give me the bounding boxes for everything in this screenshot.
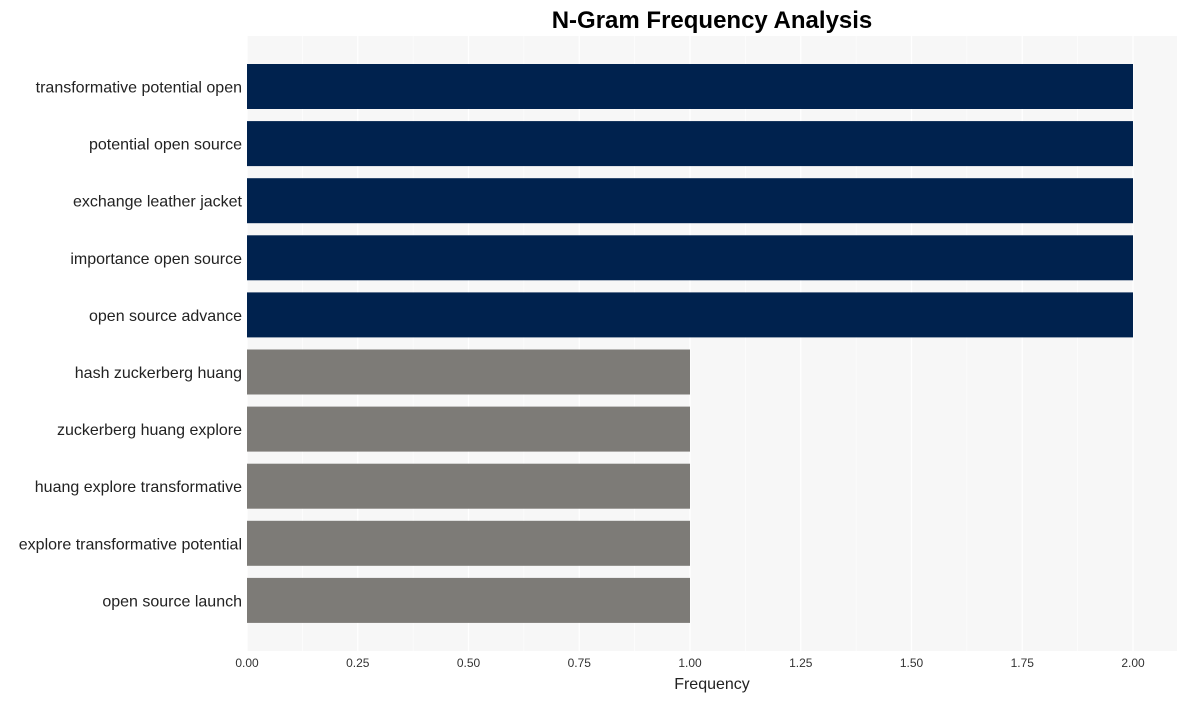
x-tick-label: 1.25 xyxy=(789,656,813,670)
y-tick-label: huang explore transformative xyxy=(35,479,242,496)
bar xyxy=(247,121,1133,167)
bar xyxy=(247,577,690,623)
y-tick-label: explore transformative potential xyxy=(19,536,242,553)
x-tick-label: 0.25 xyxy=(346,656,370,670)
x-tick-label: 1.50 xyxy=(900,656,924,670)
chart-title: N-Gram Frequency Analysis xyxy=(552,7,873,34)
bar xyxy=(247,64,1133,109)
y-tick-label: hash zuckerberg huang xyxy=(75,365,242,382)
y-tick-label: zuckerberg huang explore xyxy=(57,422,242,439)
x-tick-label: 0.75 xyxy=(568,656,592,670)
x-axis-ticks: 0.00 0.25 0.50 0.75 1.00 1.25 1.50 1.75 2.00 xyxy=(235,656,1145,670)
x-tick-label: 0.50 xyxy=(457,656,481,670)
x-axis-label: Frequency xyxy=(674,676,750,693)
x-tick-label: 0.00 xyxy=(235,656,259,670)
bar xyxy=(247,406,690,452)
y-axis-labels: transformative potential open potential o… xyxy=(19,80,243,611)
y-tick-label: potential open source xyxy=(89,137,242,154)
y-tick-label: open source advance xyxy=(89,308,242,325)
y-tick-label: open source launch xyxy=(102,593,242,610)
bar xyxy=(247,520,690,566)
y-tick-label: transformative potential open xyxy=(36,80,242,97)
bar xyxy=(247,292,1133,338)
x-tick-label: 1.00 xyxy=(678,656,702,670)
x-tick-label: 2.00 xyxy=(1121,656,1145,670)
bar xyxy=(247,463,690,509)
y-tick-label: exchange leather jacket xyxy=(73,194,243,211)
ngram-bar-chart: N-Gram Frequency Analysis transformative… xyxy=(19,7,1177,693)
x-tick-label: 1.75 xyxy=(1011,656,1035,670)
y-tick-label: importance open source xyxy=(70,251,242,268)
bar xyxy=(247,178,1133,224)
bar xyxy=(247,349,690,395)
bar xyxy=(247,235,1133,281)
